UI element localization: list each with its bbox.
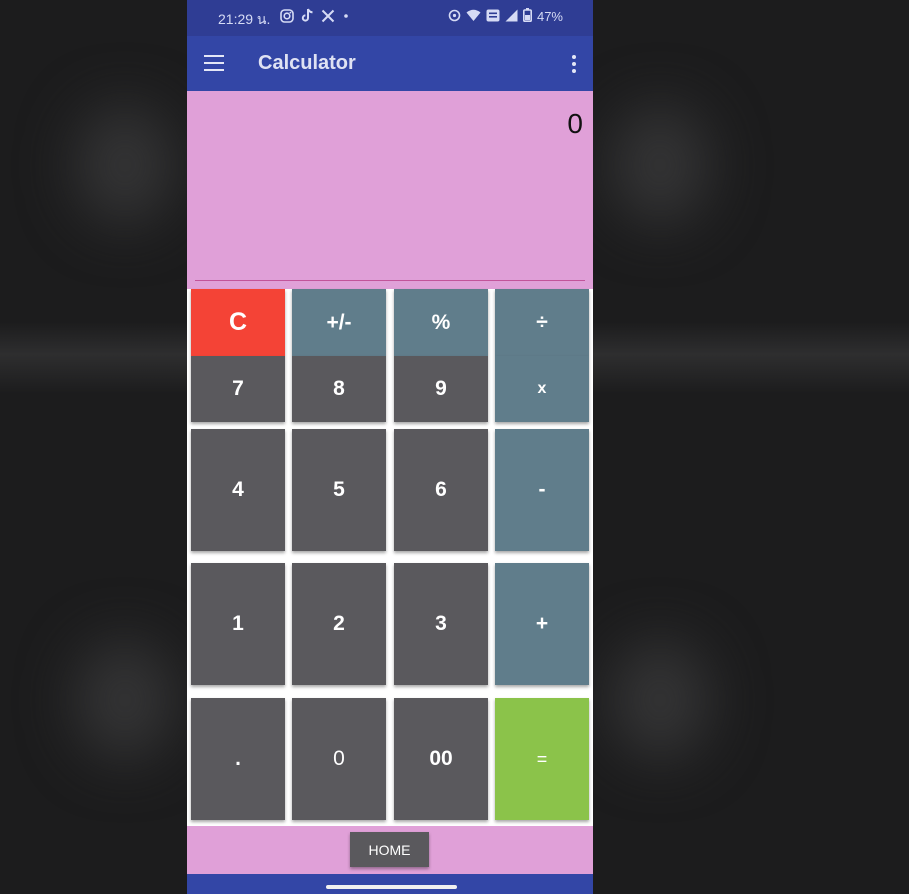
digit-7-button[interactable]: 7 — [191, 356, 285, 422]
digit-4-button[interactable]: 4 — [191, 429, 285, 551]
display-value: 0 — [567, 108, 583, 139]
notification-icons — [280, 8, 350, 26]
background-blur-shape — [75, 640, 175, 760]
divide-button[interactable]: ÷ — [495, 289, 589, 356]
phone-screen: 21:29 น. 47% Calculator 0 C +/- % ÷ 7 8 … — [187, 0, 593, 894]
clear-button[interactable]: C — [191, 289, 285, 356]
sync-icon — [448, 9, 461, 25]
dot-icon — [342, 9, 350, 26]
signal-icon — [505, 9, 518, 25]
double-zero-button[interactable]: 00 — [394, 698, 488, 820]
app-title: Calculator — [258, 52, 356, 74]
battery-icon — [522, 8, 532, 25]
digit-3-button[interactable]: 3 — [394, 563, 488, 685]
background-blur-shape — [610, 640, 710, 760]
more-vert-icon[interactable] — [571, 55, 577, 73]
background-blur-shape — [610, 105, 710, 225]
digit-8-button[interactable]: 8 — [292, 356, 386, 422]
add-button[interactable]: + — [495, 563, 589, 685]
app-bar: Calculator — [187, 36, 593, 91]
digit-0-button[interactable]: 0 — [292, 698, 386, 820]
percent-button[interactable]: % — [394, 289, 488, 356]
calculator-display: 0 — [187, 91, 593, 289]
display-divider — [195, 280, 585, 281]
hamburger-menu-icon[interactable] — [204, 55, 224, 71]
battery-percent: 47% — [536, 9, 563, 24]
bottom-bar: HOME — [187, 826, 593, 874]
digit-6-button[interactable]: 6 — [394, 429, 488, 551]
volte-icon — [486, 9, 500, 25]
digit-9-button[interactable]: 9 — [394, 356, 488, 422]
status-bar: 21:29 น. 47% — [187, 0, 593, 36]
instagram-icon — [280, 8, 294, 26]
background-blur-shape — [75, 105, 175, 225]
home-button[interactable]: HOME — [350, 832, 429, 867]
digit-2-button[interactable]: 2 — [292, 563, 386, 685]
equals-button[interactable]: = — [495, 698, 589, 820]
x-icon — [321, 9, 335, 26]
digit-5-button[interactable]: 5 — [292, 429, 386, 551]
system-status-icons: 47% — [448, 8, 563, 25]
subtract-button[interactable]: - — [495, 429, 589, 551]
decimal-point-button[interactable]: . — [191, 698, 285, 820]
status-time: 21:29 น. — [218, 11, 271, 27]
wifi-icon — [466, 9, 481, 25]
plus-minus-button[interactable]: +/- — [292, 289, 386, 356]
digit-1-button[interactable]: 1 — [191, 563, 285, 685]
tiktok-icon — [301, 8, 314, 26]
multiply-button[interactable]: x — [495, 356, 589, 422]
system-navigation-bar — [187, 874, 593, 894]
gesture-handle[interactable] — [326, 885, 457, 889]
